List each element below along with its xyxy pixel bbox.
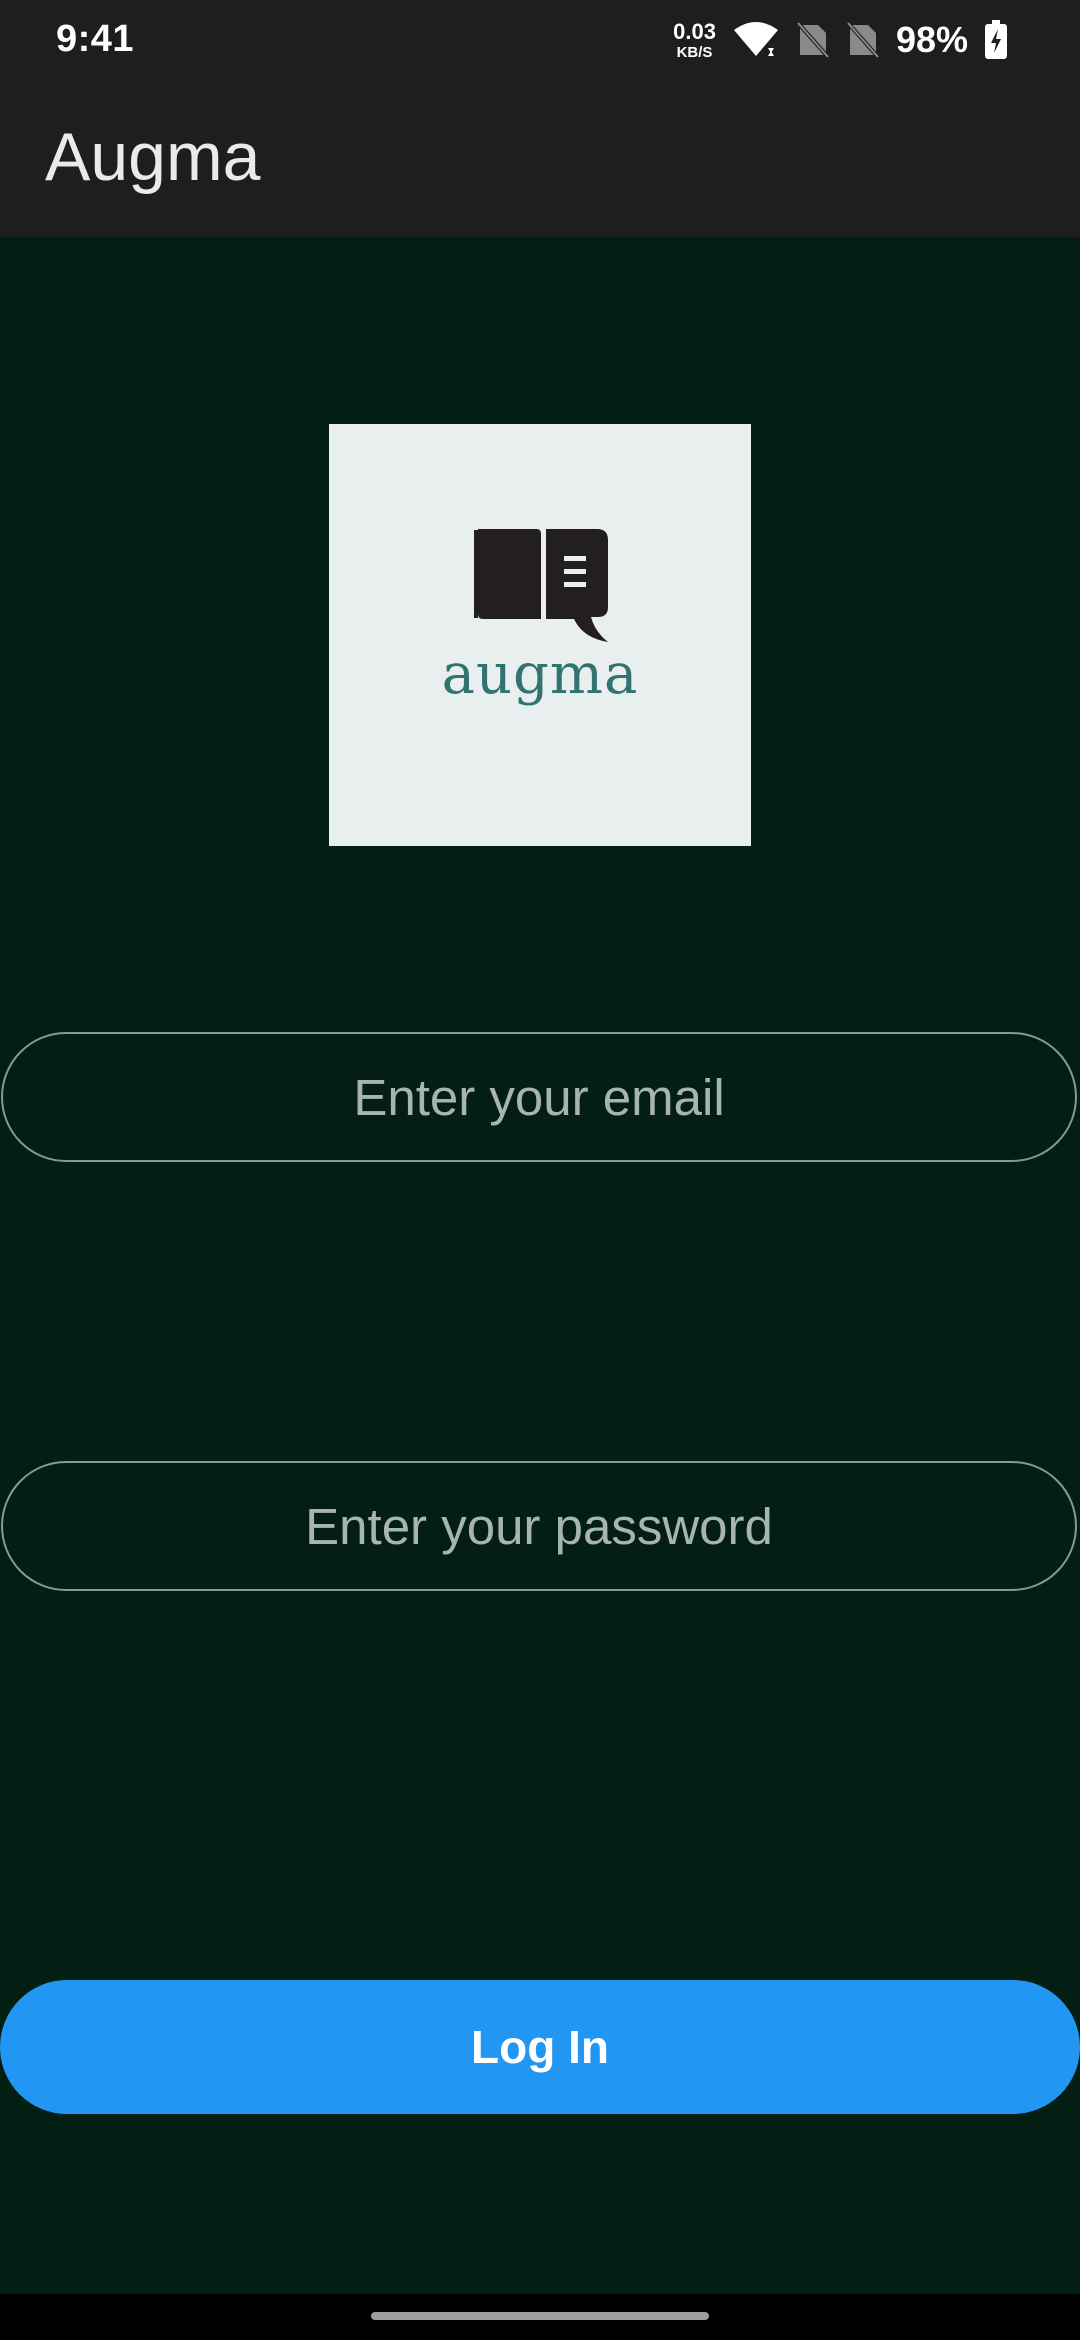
login-button[interactable]: Log In	[0, 1980, 1080, 2114]
status-icons: 0.03 KB/S 98%	[673, 14, 1008, 66]
app-bar: Augma	[0, 80, 1080, 237]
login-screen: 9:41 0.03 KB/S 98% Augma augma Enter you…	[0, 0, 1080, 2340]
navigation-bar	[0, 2294, 1080, 2340]
no-sim-icon	[796, 21, 830, 59]
status-time: 9:41	[56, 18, 135, 60]
home-gesture-handle[interactable]	[371, 2312, 709, 2320]
logo-wordmark: augma	[441, 642, 639, 707]
email-field[interactable]	[1, 1032, 1077, 1162]
wifi-icon	[732, 20, 780, 60]
app-title: Augma	[45, 119, 261, 195]
network-speed-value: 0.03	[673, 18, 716, 44]
battery-charging-icon	[984, 20, 1008, 60]
network-speed-unit: KB/S	[676, 43, 713, 61]
status-bar: 9:41 0.03 KB/S 98%	[0, 0, 1080, 80]
password-field[interactable]	[1, 1461, 1077, 1591]
network-speed: 0.03 KB/S	[673, 18, 716, 61]
open-book-speech-bubble-icon	[474, 529, 608, 642]
no-sim-icon	[846, 21, 880, 59]
app-logo: augma	[329, 424, 751, 846]
battery-percent: 98%	[895, 19, 968, 60]
